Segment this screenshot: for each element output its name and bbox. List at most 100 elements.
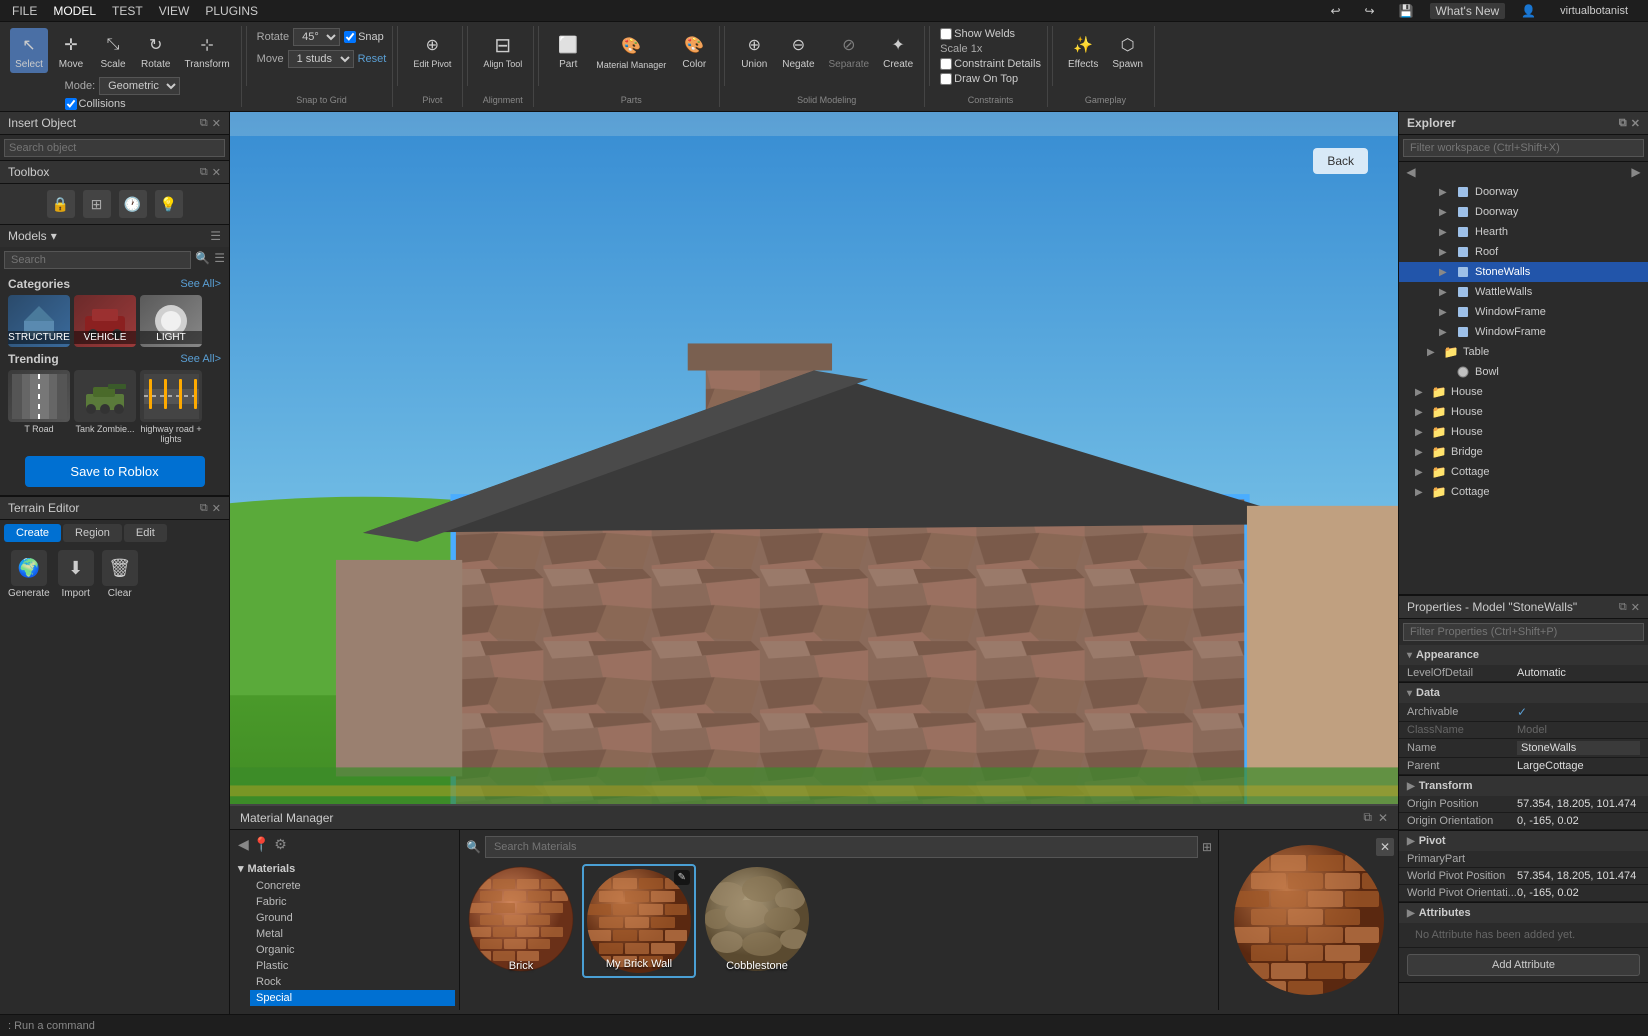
tree-item-house-3[interactable]: ▶ 📁 House: [1399, 422, 1648, 442]
tree-item-house-2[interactable]: ▶ 📁 House: [1399, 402, 1648, 422]
home-button[interactable]: What's New: [1430, 3, 1506, 19]
mm-concrete[interactable]: Concrete: [250, 878, 455, 894]
tree-item-doorway-1[interactable]: ▶ Doorway: [1399, 182, 1648, 202]
tree-item-roof[interactable]: ▶ Roof: [1399, 242, 1648, 262]
origin-orient-val[interactable]: 0, -165, 0.02: [1517, 815, 1640, 827]
models-settings-icon[interactable]: ☰: [210, 229, 221, 243]
explorer-nav-right[interactable]: ▶: [1628, 164, 1644, 180]
terrain-expand[interactable]: ⧉: [200, 502, 208, 515]
toolbox-expand[interactable]: ⧉: [200, 166, 208, 179]
mm-material-my-brick-wall[interactable]: My Brick Wall ✎: [582, 864, 696, 978]
create-button[interactable]: ✦ Create: [878, 28, 918, 73]
tree-item-bowl[interactable]: Bowl: [1399, 362, 1648, 382]
mm-fabric[interactable]: Fabric: [250, 894, 455, 910]
terrain-tab-create[interactable]: Create: [4, 524, 61, 542]
edit-pivot-button[interactable]: ⊕ Edit Pivot: [408, 28, 456, 72]
tree-item-bridge[interactable]: ▶ 📁 Bridge: [1399, 442, 1648, 462]
name-val[interactable]: StoneWalls: [1517, 741, 1640, 755]
mm-grid-icon[interactable]: ⊞: [1202, 840, 1212, 854]
mm-search-input[interactable]: [485, 836, 1198, 858]
rotate-tool-button[interactable]: ↻ Rotate: [136, 28, 175, 73]
mm-float-close[interactable]: ✕: [1376, 838, 1394, 856]
part-button[interactable]: ⬜ Part: [549, 28, 587, 73]
toolbox-close[interactable]: ✕: [212, 166, 221, 179]
world-pivot-pos-val[interactable]: 57.354, 18.205, 101.474: [1517, 870, 1640, 882]
terrain-import[interactable]: ⬇ Import: [58, 550, 94, 599]
redo-icon[interactable]: ↪: [1357, 2, 1383, 20]
toolbox-grid-icon[interactable]: ⊞: [83, 190, 111, 218]
properties-expand[interactable]: ⧉: [1619, 601, 1627, 614]
scale-tool-button[interactable]: ⤡ Scale: [94, 28, 132, 73]
align-tool-button[interactable]: ⊟ Align Tool: [478, 28, 527, 72]
mm-location-icon[interactable]: 📍: [253, 836, 270, 853]
menu-test[interactable]: TEST: [104, 2, 151, 20]
archivable-val[interactable]: ✓: [1517, 705, 1640, 719]
material-manager-button[interactable]: 🎨 Material Manager: [591, 29, 671, 73]
tree-item-wattlewalls[interactable]: ▶ WattleWalls: [1399, 282, 1648, 302]
insert-search-input[interactable]: [4, 139, 225, 157]
reset-btn[interactable]: Reset: [358, 53, 387, 65]
terrain-tab-edit[interactable]: Edit: [124, 524, 167, 542]
lod-val[interactable]: Automatic: [1517, 667, 1640, 679]
props-transform-header[interactable]: ▶ Transform: [1399, 776, 1648, 796]
models-search-input[interactable]: [4, 251, 191, 269]
tree-item-house-1[interactable]: ▶ 📁 House: [1399, 382, 1648, 402]
menu-model[interactable]: MODEL: [45, 2, 104, 20]
undo-icon[interactable]: ↩: [1322, 2, 1348, 20]
category-structure[interactable]: STRUCTURE: [8, 295, 70, 344]
terrain-clear[interactable]: 🗑 Clear: [102, 550, 138, 599]
parent-val[interactable]: LargeCottage: [1517, 760, 1640, 772]
mm-metal[interactable]: Metal: [250, 926, 455, 942]
models-filter-icon[interactable]: ☰: [214, 251, 225, 269]
mm-rock[interactable]: Rock: [250, 974, 455, 990]
menu-file[interactable]: FILE: [4, 2, 45, 20]
draw-on-top-checkbox[interactable]: Draw On Top: [940, 73, 1041, 85]
mm-material-brick[interactable]: Brick: [466, 864, 576, 978]
trending-troad[interactable]: T Road: [8, 370, 70, 444]
collisions-checkbox[interactable]: Collisions: [65, 98, 181, 110]
separate-button[interactable]: ⊘ Separate: [824, 28, 875, 73]
menu-plugins[interactable]: PLUGINS: [197, 2, 266, 20]
terrain-generate[interactable]: 🌍 Generate: [8, 550, 50, 599]
mm-special[interactable]: Special: [250, 990, 455, 1006]
explorer-expand[interactable]: ⧉: [1619, 117, 1627, 130]
toolbox-bulb-icon[interactable]: 💡: [155, 190, 183, 218]
trending-tank[interactable]: Tank Zombie...: [74, 370, 136, 444]
menu-view[interactable]: VIEW: [151, 2, 198, 20]
props-pivot-header[interactable]: ▶ Pivot: [1399, 831, 1648, 851]
properties-search-input[interactable]: [1403, 623, 1644, 641]
tree-item-cottage-1[interactable]: ▶ 📁 Cottage: [1399, 462, 1648, 482]
save-icon[interactable]: 💾: [1391, 2, 1422, 20]
mm-material-cobblestone[interactable]: Cobblestone: [702, 864, 812, 978]
trending-highway[interactable]: highway road + lights: [140, 370, 202, 444]
toolbox-lock-icon[interactable]: 🔒: [47, 190, 75, 218]
toolbox-clock-icon[interactable]: 🕐: [119, 190, 147, 218]
origin-pos-val[interactable]: 57.354, 18.205, 101.474: [1517, 798, 1640, 810]
models-dropdown[interactable]: Models ▾: [8, 229, 57, 243]
category-vehicle[interactable]: VEHICLE: [74, 295, 136, 344]
explorer-search-input[interactable]: [1403, 139, 1644, 157]
tree-item-windowframe-1[interactable]: ▶ WindowFrame: [1399, 302, 1648, 322]
constraint-details-checkbox[interactable]: Constraint Details: [940, 58, 1041, 70]
insert-object-expand[interactable]: ⧉: [200, 117, 208, 130]
tree-item-table[interactable]: ▶ 📁 Table: [1399, 342, 1648, 362]
mm-expand-icon[interactable]: ⧉: [1363, 810, 1372, 825]
tree-item-stonewalls[interactable]: ▶ StoneWalls: [1399, 262, 1648, 282]
color-button[interactable]: 🎨 Color: [675, 28, 713, 73]
viewport[interactable]: 🏠 Village ✕ ⧉: [230, 112, 1398, 1014]
back-button[interactable]: Back: [1313, 148, 1368, 174]
spawn-button[interactable]: ⬡ Spawn: [1107, 28, 1148, 73]
show-welds-checkbox[interactable]: Show Welds: [940, 28, 1041, 40]
insert-object-close[interactable]: ✕: [212, 117, 221, 130]
tree-item-windowframe-2[interactable]: ▶ WindowFrame: [1399, 322, 1648, 342]
explorer-close[interactable]: ✕: [1631, 117, 1640, 130]
properties-close[interactable]: ✕: [1631, 601, 1640, 614]
union-button[interactable]: ⊕ Union: [735, 28, 773, 73]
categories-see-all[interactable]: See All>: [180, 278, 221, 290]
mm-settings-icon[interactable]: ⚙: [274, 836, 287, 853]
rotate-dropdown[interactable]: 45°: [293, 28, 340, 46]
add-attribute-button[interactable]: Add Attribute: [1407, 954, 1640, 976]
terrain-tab-region[interactable]: Region: [63, 524, 122, 542]
props-data-header[interactable]: ▾ Data: [1399, 683, 1648, 703]
save-to-roblox-button[interactable]: Save to Roblox: [25, 456, 205, 487]
